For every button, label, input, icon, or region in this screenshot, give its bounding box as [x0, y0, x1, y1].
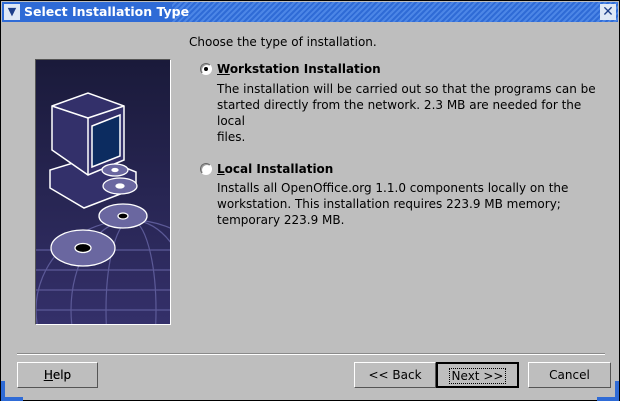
- workstation-radio[interactable]: [200, 63, 212, 75]
- back-button[interactable]: << Back: [354, 362, 436, 388]
- title-bar[interactable]: ▼ Select Installation Type ✕: [2, 2, 618, 22]
- help-mnemonic-overlay: Help: [44, 363, 71, 387]
- label-text: ocal Installation: [224, 162, 334, 176]
- desc-line: files.: [217, 130, 246, 144]
- help-label-wrap: Help Help: [44, 363, 71, 387]
- help-button[interactable]: Help Help: [17, 362, 98, 388]
- prompt-text: Choose the type of installation.: [189, 35, 377, 49]
- button-label-rest: elp: [52, 368, 72, 382]
- label-text: orkstation Installation: [229, 62, 381, 76]
- local-description: Installs all OpenOffice.org 1.1.0 compon…: [217, 180, 597, 228]
- workstation-option-label[interactable]: Workstation Installation: [217, 62, 381, 76]
- next-button[interactable]: Next >>: [436, 362, 519, 388]
- installation-illustration: [35, 59, 227, 401]
- mnemonic: W: [217, 62, 230, 76]
- local-radio[interactable]: [200, 163, 212, 175]
- desc-line: The installation will be carried out so …: [217, 82, 596, 96]
- mnemonic: L: [217, 162, 225, 176]
- close-icon[interactable]: ✕: [600, 4, 616, 20]
- window-title: Select Installation Type: [24, 4, 190, 19]
- dialog-window: ▼ Select Installation Type ✕ Choose the …: [0, 0, 620, 401]
- desc-line: Installs all OpenOffice.org 1.1.0 compon…: [217, 181, 569, 195]
- workstation-description: The installation will be carried out so …: [217, 81, 597, 145]
- mnemonic: H: [43, 368, 53, 382]
- separator: [17, 353, 605, 355]
- desc-line: temporary 223.9 MB.: [217, 213, 345, 227]
- button-label: Next >>: [448, 368, 507, 384]
- window-menu-icon[interactable]: ▼: [4, 4, 20, 20]
- local-option-label[interactable]: Local Installation: [217, 162, 333, 176]
- desc-line: started directly from the network. 2.3 M…: [217, 98, 582, 128]
- cancel-button[interactable]: Cancel: [528, 362, 611, 388]
- desc-line: workstation. This installation requires …: [217, 197, 561, 211]
